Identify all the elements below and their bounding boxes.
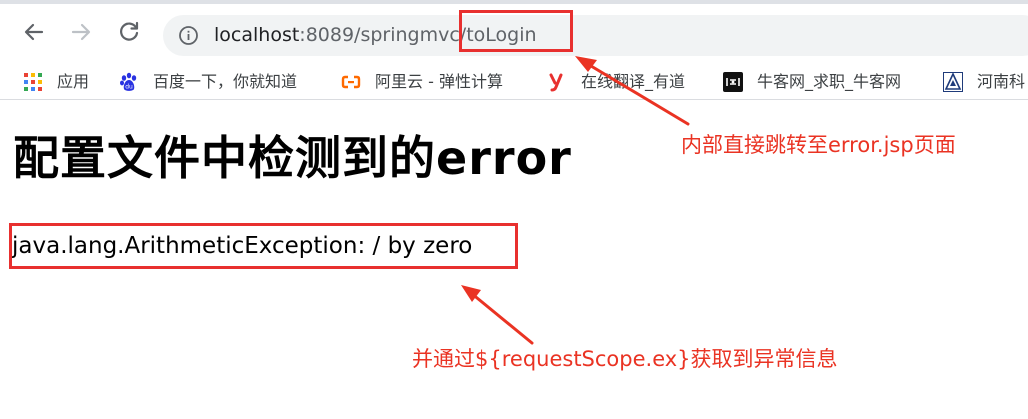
bookmark-label: 在线翻译_有道 bbox=[581, 72, 686, 91]
address-bar[interactable]: localhost:8089/springmvc/toLogin bbox=[163, 15, 1028, 56]
bookmark-label: 牛客网_求职_牛客网 bbox=[757, 72, 902, 91]
url-host: localhost bbox=[214, 24, 300, 46]
youdao-icon bbox=[547, 72, 567, 92]
arrow-right-icon bbox=[71, 23, 91, 41]
nowcoder-icon bbox=[723, 72, 743, 92]
bookmark-label: 阿里云 - 弹性计算 bbox=[375, 72, 503, 91]
aliyun-icon bbox=[341, 72, 361, 92]
bookmark-label: 应用 bbox=[57, 72, 90, 91]
baidu-paw-icon: du bbox=[119, 72, 139, 92]
reload-button[interactable] bbox=[115, 18, 143, 46]
url-highlight-box bbox=[459, 10, 573, 52]
info-circle-icon[interactable] bbox=[178, 25, 199, 46]
arrow-left-icon bbox=[24, 23, 44, 41]
university-icon bbox=[943, 72, 963, 92]
redirect-annotation: 内部直接跳转至error.jsp页面 bbox=[681, 133, 956, 157]
reload-icon bbox=[120, 21, 139, 41]
bookmark-label: 百度一下，你就知道 bbox=[153, 72, 298, 91]
bookmark-label: 河南科 bbox=[977, 72, 1026, 91]
svg-text:du: du bbox=[125, 84, 133, 91]
arrow-up-left-icon bbox=[461, 285, 534, 345]
forward-button[interactable] bbox=[67, 18, 95, 46]
bookmarks-bar: 应用 du 百度一下，你就知道 阿里云 - 弹性计算 在线翻译_有道 牛客网_求… bbox=[0, 64, 1028, 100]
page-title: 配置文件中检测到的error bbox=[13, 131, 572, 185]
back-button[interactable] bbox=[20, 18, 48, 46]
error-highlight-box bbox=[9, 223, 518, 269]
apps-grid-icon bbox=[23, 72, 43, 92]
scope-annotation: 并通过${requestScope.ex}获取到异常信息 bbox=[412, 347, 838, 371]
